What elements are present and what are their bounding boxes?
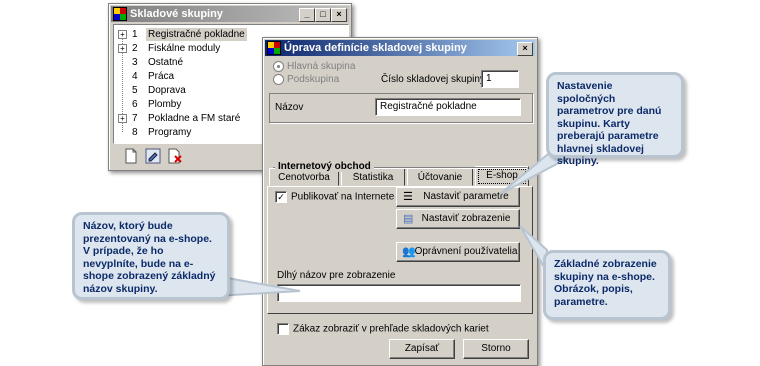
set-parameters-button[interactable]: ☰ Nastaviť parametre xyxy=(396,187,520,207)
radio-main-label: Hlavná skupina xyxy=(287,61,356,73)
users-icon: 👥 xyxy=(402,246,416,258)
publish-checkbox[interactable]: ✓ xyxy=(275,191,287,203)
callout-display: Základné zobrazenie skupiny na e-shope. … xyxy=(543,250,671,320)
long-name-field[interactable] xyxy=(277,284,521,302)
tree-item-number: 4 xyxy=(132,71,138,82)
radio-main-icon xyxy=(273,61,284,72)
maximize-button[interactable]: □ xyxy=(315,8,331,22)
set-parameters-label: Nastaviť parametre xyxy=(423,191,509,202)
close-button[interactable]: × xyxy=(331,8,347,22)
hide-checkbox[interactable] xyxy=(277,323,289,335)
tree-item-number: 2 xyxy=(132,43,138,54)
set-display-button[interactable]: ▤ Nastaviť zobrazenie xyxy=(396,209,520,229)
tree-item-number: 1 xyxy=(132,29,138,40)
tree-item-number: 7 xyxy=(132,113,138,124)
radio-sub-label: Podskupina xyxy=(287,74,340,86)
tree-item-label: Fiskálne moduly xyxy=(148,43,221,54)
delete-document-icon[interactable] xyxy=(167,148,183,164)
name-label: Názov xyxy=(275,102,304,113)
hide-checkbox-row[interactable]: Zákaz zobraziť v prehľade skladových kar… xyxy=(277,323,489,335)
list-icon: ☰ xyxy=(403,191,413,203)
tree-item-label: Doprava xyxy=(148,85,186,96)
tree-item-label: Programy xyxy=(148,127,192,138)
callout-name: Názov, ktorý bude prezentovaný na e-shop… xyxy=(72,212,230,300)
group-number-field[interactable]: 1 xyxy=(481,70,519,88)
form-icon: ▤ xyxy=(403,213,414,225)
expand-icon[interactable]: + xyxy=(118,44,127,53)
publish-label: Publikovať na Internete xyxy=(291,191,395,203)
app-icon xyxy=(113,7,127,21)
tree-item-number: 5 xyxy=(132,85,138,96)
long-name-label: Dlhý názov pre zobrazenie xyxy=(277,270,396,281)
tree-item-label: Registračné pokladne xyxy=(146,28,247,41)
tree-item-label: Ostatné xyxy=(148,57,184,68)
cancel-button[interactable]: Storno xyxy=(463,339,529,359)
tree-item-number: 8 xyxy=(132,127,138,138)
callout-parameters: Nastavenie spoločných parametrov pre dan… xyxy=(546,72,684,167)
radio-main-group[interactable]: Hlavná skupina xyxy=(273,61,355,72)
expand-icon[interactable]: + xyxy=(118,114,127,123)
hide-label: Zákaz zobraziť v prehľade skladových kar… xyxy=(293,323,489,335)
expand-icon[interactable]: + xyxy=(118,30,127,39)
title-bar[interactable]: Skladové skupiny _ □ × xyxy=(111,6,349,22)
new-document-icon[interactable] xyxy=(123,148,139,164)
group-number-label: Číslo skladovej skupiny xyxy=(381,74,485,85)
section-title: Internetový obchod xyxy=(275,161,374,172)
dialog-close-button[interactable]: × xyxy=(517,42,533,56)
tab-eshop[interactable]: E-shop xyxy=(475,166,529,187)
dialog-title: Úprava definície skladovej skupiny xyxy=(284,42,467,54)
edit-document-icon[interactable] xyxy=(145,148,161,164)
window-title: Skladové skupiny xyxy=(130,8,223,20)
set-display-label: Nastaviť zobrazenie xyxy=(421,213,511,224)
tree-item-number: 6 xyxy=(132,99,138,110)
radio-sub-icon xyxy=(273,74,284,85)
save-button[interactable]: Zapísať xyxy=(389,339,455,359)
authorized-users-button[interactable]: 👥 Oprávnení používatelia xyxy=(396,242,520,262)
tree-item-number: 3 xyxy=(132,57,138,68)
tree-item-label: Plomby xyxy=(148,99,182,110)
publish-checkbox-row[interactable]: ✓ Publikovať na Internete xyxy=(275,191,394,203)
tree-item-label: Práca xyxy=(148,71,175,82)
app-icon xyxy=(267,41,281,55)
edit-group-dialog: Úprava definície skladovej skupiny × Hla… xyxy=(262,37,538,366)
tab-uctovanie[interactable]: Účtovanie xyxy=(407,168,473,186)
minimize-button[interactable]: _ xyxy=(299,8,315,22)
tree-item-label: Pokladne a FM staré xyxy=(148,113,241,124)
radio-subgroup[interactable]: Podskupina xyxy=(273,74,339,85)
authorized-users-label: Oprávnení používatelia xyxy=(414,246,518,257)
dialog-title-bar[interactable]: Úprava definície skladovej skupiny × xyxy=(265,40,535,56)
name-field[interactable]: Registračné pokladne xyxy=(375,98,521,116)
tree-toolbar xyxy=(123,148,183,164)
